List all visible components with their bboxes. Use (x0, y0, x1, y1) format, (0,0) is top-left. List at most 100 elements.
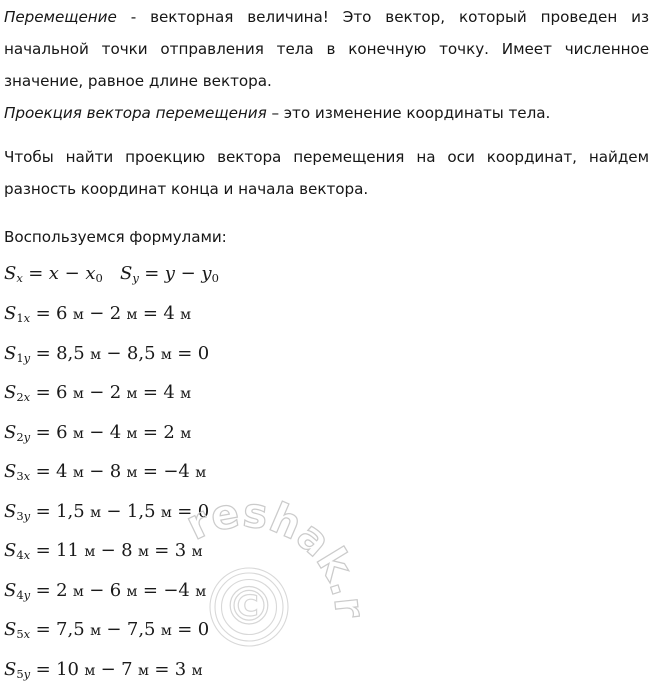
operand-a: 6 (56, 382, 68, 403)
equals-sign: = (35, 540, 51, 561)
document-page: Перемещение - векторная величина! Это ве… (0, 0, 649, 688)
paragraph-projection: Проекция вектора перемещения – это измен… (4, 97, 649, 129)
unit-label: м (72, 425, 84, 442)
projection-text: Проекция вектора перемещения – это измен… (4, 97, 649, 129)
result-value: 4 (163, 382, 175, 403)
unit-label: м (195, 465, 207, 481)
operand-a: 4 (56, 461, 68, 482)
symbol-index: 3 (16, 508, 24, 523)
operand-a: 6 (56, 421, 68, 443)
unit-label: м (160, 623, 172, 639)
unit-label: м (160, 346, 172, 363)
unit-label: м (191, 662, 203, 679)
minus-sign: − (89, 382, 105, 403)
operand-a: 11 (56, 540, 79, 561)
projection-rest: – это изменение координаты тела. (266, 104, 551, 122)
equals-sign: = (35, 658, 51, 680)
equals-sign: = (35, 421, 51, 443)
projection-term: Проекция вектора перемещения (4, 104, 267, 122)
symbol-base: S (4, 382, 17, 403)
minus-sign: − (89, 461, 105, 482)
computation-row: S5y = 10 м −7 м = 3 м (4, 658, 203, 681)
equals-sign: = (177, 500, 193, 522)
symbol-axis: y (23, 587, 31, 602)
equals-sign: = (35, 500, 51, 522)
unit-label: м (195, 583, 207, 600)
unit-label: м (126, 425, 138, 442)
symbol-index: 5 (16, 627, 24, 642)
symbol-axis: y (23, 666, 31, 681)
computation-row: S3x = 4 м −8 м = −4 м (4, 463, 206, 483)
paragraph-definition: Перемещение - векторная величина! Это ве… (4, 1, 649, 97)
symbol-axis: x (23, 390, 31, 405)
minus-sign: − (89, 579, 105, 601)
computation-row: S4y = 2 м −6 м = −4 м (4, 579, 207, 602)
copyright-icon (209, 567, 289, 647)
equals-sign: = (142, 303, 158, 324)
unit-label: м (84, 662, 96, 679)
equals-sign: = (177, 342, 193, 364)
symbol-index: 1 (16, 311, 24, 326)
symbol-base: S (4, 461, 17, 482)
unit-label: м (180, 386, 192, 402)
equals-sign: = (154, 540, 170, 561)
unit-label: м (126, 307, 138, 323)
equals-sign: = (35, 342, 51, 364)
operand-a: 10 (56, 658, 79, 680)
computation-row: S5x = 7,5 м −7,5 м = 0 (4, 621, 209, 641)
equals-sign: = (35, 461, 51, 482)
symbol-base: S (4, 500, 17, 522)
unit-label: м (72, 307, 84, 323)
symbol-base: S (4, 342, 17, 364)
howto-text: Чтобы найти проекцию вектора перемещения… (4, 148, 649, 198)
minus-sign: − (106, 619, 122, 640)
unit-label: м (90, 504, 102, 521)
result-value: −4 (163, 579, 190, 601)
unit-label: м (180, 425, 192, 442)
definition-text: Перемещение - векторная величина! Это ве… (4, 1, 649, 97)
unit-label: м (72, 386, 84, 402)
minus-sign: − (89, 303, 105, 324)
unit-label: м (72, 465, 84, 481)
symbol-index: 2 (16, 429, 24, 444)
operand-a: 1,5 (56, 500, 85, 522)
symbol-axis: x (23, 627, 31, 642)
computation-row: S2x = 6 м −2 м = 4 м (4, 384, 191, 404)
unit-label: м (191, 544, 203, 560)
symbol-index: 3 (16, 469, 24, 484)
operand-b: 2 (109, 303, 122, 324)
paragraph-howto: Чтобы найти проекцию вектора перемещения… (4, 141, 649, 205)
watermark-reshak: © reshak.ru (171, 458, 375, 662)
equals-sign: = (177, 619, 193, 640)
definition-term: Перемещение (4, 8, 117, 26)
minus-sign: − (100, 658, 116, 680)
formula-sy: Sy = y − y0 (119, 263, 219, 286)
equals-sign: = (154, 658, 170, 680)
operand-a: 2 (56, 579, 68, 601)
paragraph-use-formulas: Воспользуемся формулами: (4, 221, 649, 253)
symbol-base: S (4, 579, 17, 601)
equals-sign: = (142, 421, 158, 443)
result-value: 2 (163, 421, 175, 443)
unit-label: м (126, 583, 138, 600)
copyright-glyph: © (223, 577, 275, 637)
unit-label: м (126, 465, 138, 481)
formula-sx: Sx = x − x0 (4, 263, 103, 286)
computation-row: S3y = 1,5 м −1,5 м = 0 (4, 500, 209, 523)
minus-sign: − (100, 540, 116, 561)
equals-sign: = (142, 579, 158, 601)
computation-row: S2y = 6 м −4 м = 2 м (4, 421, 192, 444)
operand-b: 4 (109, 421, 122, 443)
unit-label: м (180, 307, 192, 323)
operand-b: 6 (109, 579, 122, 601)
symbol-axis: x (23, 469, 31, 484)
operand-b: 8 (121, 540, 133, 561)
unit-label: м (160, 504, 172, 521)
computation-row: S1x = 6 м −2 м = 4 м (4, 305, 191, 325)
use-formulas-text: Воспользуемся формулами: (4, 228, 227, 246)
minus-sign: − (106, 500, 122, 522)
unit-label: м (72, 583, 84, 600)
operand-b: 8 (109, 461, 122, 482)
unit-label: м (90, 623, 101, 639)
result-value: −4 (163, 461, 190, 482)
